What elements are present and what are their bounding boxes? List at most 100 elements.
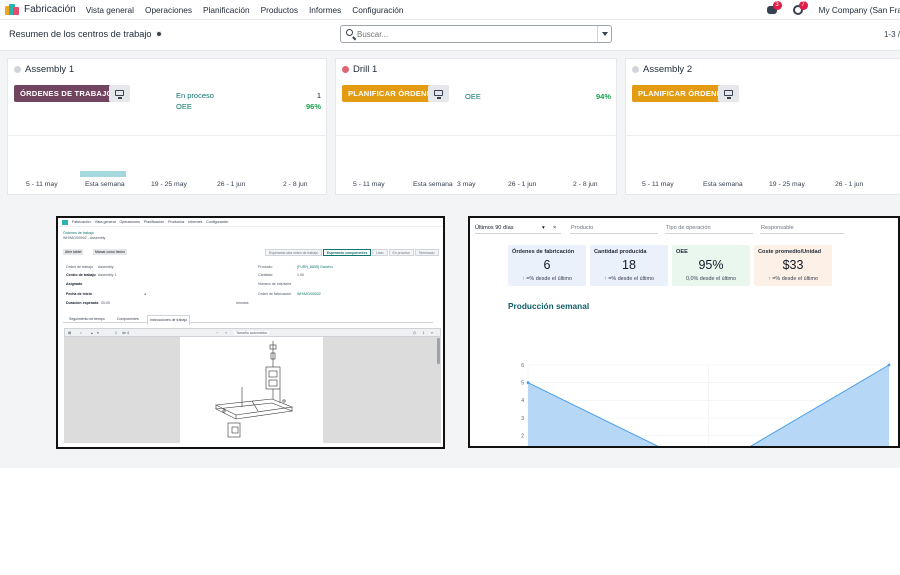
download-icon: ⇩	[422, 331, 426, 335]
status-dot[interactable]	[342, 66, 349, 73]
mini-field-value: ◂	[144, 292, 146, 296]
mini-page-number: 1	[115, 331, 117, 335]
tablet-view-button[interactable]	[428, 85, 449, 102]
mini-pdf-viewer	[64, 337, 441, 443]
workload-bar	[80, 171, 126, 177]
week-label: 26 - 1 jun	[508, 181, 537, 188]
menu-vista-general[interactable]: Vista general	[86, 5, 134, 15]
in-progress-count[interactable]: 1	[317, 91, 321, 100]
tablet-view-button[interactable]	[109, 85, 130, 102]
oee-value: 96%	[305, 102, 321, 111]
workcenter-name: Assembly 2	[643, 64, 693, 75]
pdf-page	[180, 337, 323, 443]
mini-nav-item: Configuración	[206, 220, 229, 224]
app-name[interactable]: Fabricación	[24, 4, 76, 15]
weekly-production-chart: 0123456W18 2025W19 2025W20 2025	[521, 363, 891, 446]
oee-value: 94%	[595, 92, 611, 101]
mini-nav-item: Planificación	[143, 220, 165, 224]
y-tick-label: 5	[521, 380, 524, 386]
mini-field-label: Centro de trabajo	[66, 273, 96, 277]
workload-graph	[626, 135, 900, 179]
search-input[interactable]	[357, 28, 597, 40]
workcenter-card[interactable]: Drill 1 PLANIFICAR ÓRDENES OEE 94% 5 - 1…	[335, 58, 617, 195]
oee-label: OEE	[465, 92, 481, 101]
week-label: 26 - 1 jun	[217, 181, 246, 188]
workcenter-title[interactable]: Drill 1	[342, 64, 377, 75]
control-panel: Resumen de los centros de trabajo 1-3 /	[0, 20, 900, 51]
workorder-screenshot: Fabricación Vista general Operaciones Pl…	[56, 216, 445, 449]
mini-pdf-toolbar: ▤ ⌕ ▴ ▾ 1 de 4 − + Tamaño automático ⎙ ⇩…	[64, 328, 441, 337]
tablet-view-button[interactable]	[718, 85, 739, 102]
mini-tab: Seguimiento de tiempo	[69, 317, 105, 321]
week-label: 2 - 8 jun	[283, 181, 308, 188]
workcenter-title[interactable]: Assembly 2	[632, 64, 692, 75]
print-icon: ⎙	[413, 331, 416, 335]
week-label: Esta semana	[85, 181, 125, 188]
menu-productos[interactable]: Productos	[261, 5, 298, 15]
mini-step: Terminado	[414, 249, 439, 256]
y-tick-label: 2	[521, 433, 524, 439]
mini-field-value: Assembly	[98, 265, 114, 269]
zoom-out-icon: −	[216, 331, 219, 335]
mini-mark-done-button: Marcar como hecho	[93, 249, 127, 255]
mini-step-active: Esperando componentes	[322, 249, 372, 256]
activities-button[interactable]: 7	[792, 1, 808, 16]
search-icon: ⌕	[80, 331, 83, 335]
mini-nav-item: Vista general	[94, 220, 116, 224]
more-icon: »	[431, 331, 433, 335]
workcenter-card[interactable]: Assembly 1 ÓRDENES DE TRABAJO En proceso…	[7, 58, 327, 195]
mini-field-value: WH/MO/00002	[297, 292, 321, 296]
menu-planificacion[interactable]: Planificación	[203, 5, 250, 15]
manufacturing-app-icon[interactable]	[5, 3, 19, 16]
dashboard-screenshot: Últimos 90 días ▾ × Producto Tipo de ope…	[468, 216, 900, 448]
mini-field-value: 00:00	[101, 301, 110, 305]
menu-configuracion[interactable]: Configuración	[352, 5, 403, 15]
workcenter-card[interactable]: Assembly 2 PLANIFICAR ÓRDENES 5 - 11 may…	[625, 58, 900, 195]
workcenter-name: Assembly 1	[25, 64, 75, 75]
mini-nav-item: Operaciones	[119, 220, 140, 224]
mini-duration-unit: minutos	[236, 301, 249, 305]
search-icon	[346, 29, 353, 36]
y-tick-label: 3	[521, 416, 524, 422]
page-title: Resumen de los centros de trabajo	[9, 29, 152, 39]
workcenter-title[interactable]: Assembly 1	[14, 64, 74, 75]
workload-graph	[8, 135, 326, 179]
y-tick-label: 6	[521, 363, 524, 369]
menu-informes[interactable]: Informes	[309, 5, 341, 15]
week-label: Esta semana	[413, 181, 453, 188]
mini-field-value: [FURN_8855] Gancho	[297, 265, 333, 269]
mini-step: En proceso	[388, 249, 414, 256]
mini-step: Listo	[372, 249, 388, 256]
gear-icon[interactable]	[155, 31, 162, 37]
manufacturing-app-icon	[62, 219, 68, 225]
week-label: 19 - 25 may	[151, 181, 187, 188]
mini-page-count: de 4	[122, 331, 129, 335]
data-point	[526, 381, 530, 385]
in-progress-label[interactable]: En proceso	[176, 91, 214, 100]
mini-breadcrumb: Órdenes de trabajo	[63, 231, 94, 235]
messages-count-badge: 3	[772, 1, 782, 10]
work-orders-button[interactable]: ÓRDENES DE TRABAJO	[14, 85, 119, 102]
mini-field-label: Asignado	[66, 282, 83, 286]
pager-value[interactable]: 1-3 /	[884, 30, 900, 39]
mini-open-tablet-button: Abrir tablet	[63, 249, 84, 255]
assembly-drawing-image	[214, 341, 294, 438]
monitor-icon	[115, 90, 124, 99]
search-options-toggle[interactable]	[597, 26, 611, 42]
menu-operaciones[interactable]: Operaciones	[145, 5, 192, 15]
status-dot[interactable]	[14, 66, 21, 73]
status-dot[interactable]	[632, 66, 639, 73]
messages-button[interactable]: 3	[766, 1, 782, 16]
y-tick-label: 4	[521, 398, 524, 404]
mini-field-label: Duración esperada	[66, 301, 99, 305]
company-switcher[interactable]: My Company (San Fra	[819, 5, 900, 15]
mini-nav-item: Fabricación	[72, 220, 91, 224]
mini-field-label: Orden de fabricación	[258, 292, 292, 296]
week-label: 26 - 1 jun	[835, 181, 864, 188]
week-label: 19 - 25 may	[769, 181, 805, 188]
mini-nav-item: Informes	[188, 220, 203, 224]
mini-tabs: Seguimiento de tiempo Componentes Instru…	[63, 315, 433, 325]
mini-field-label: Número de lote/serie	[258, 282, 292, 286]
sidebar-toggle-icon: ▤	[68, 331, 72, 335]
search-box[interactable]	[340, 25, 612, 43]
